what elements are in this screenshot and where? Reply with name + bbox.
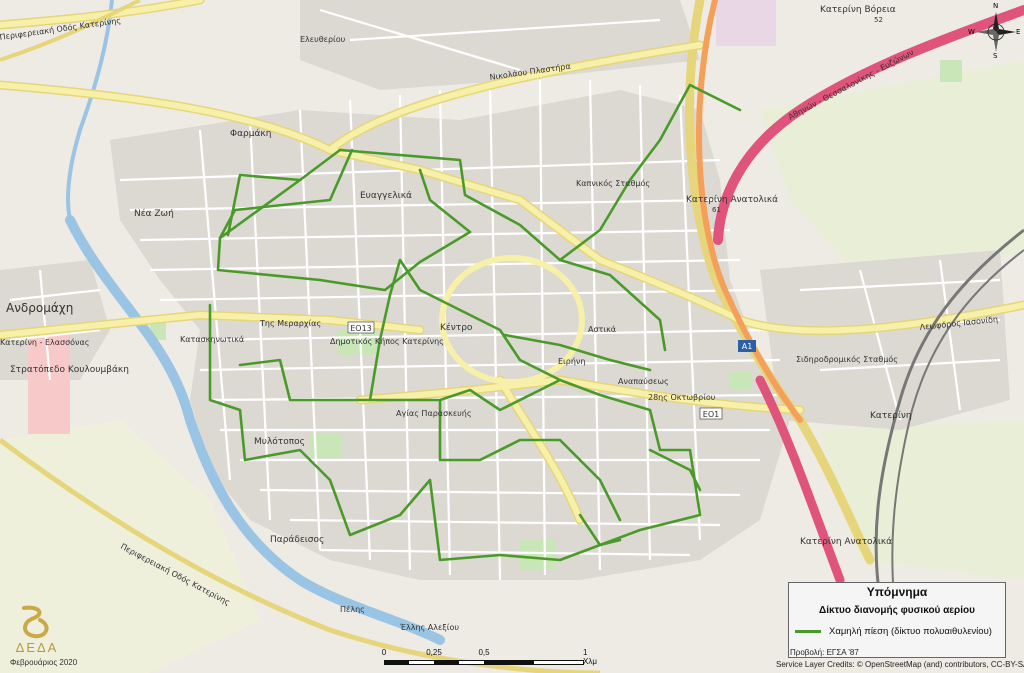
label-katerini: Κατερίνη <box>870 411 912 421</box>
scale-tick-025: 0,25 <box>426 648 442 657</box>
label-sidirodromikos: Σιδηροδρομικός Σταθμός <box>796 354 898 364</box>
legend-line-swatch <box>795 630 821 633</box>
label-pelis: Πέλης <box>340 604 365 614</box>
label-androutsou: Ανδρομάχη <box>6 301 73 315</box>
label-stratopedo: Στρατόπεδο Κουλουμβάκη <box>10 364 129 375</box>
label-evangelika: Ευαγγελικά <box>360 191 412 201</box>
legend-title: Υπόμνημα <box>866 585 928 599</box>
svg-text:ΕΟ1: ΕΟ1 <box>703 410 719 419</box>
legend: Υπόμνημα Δίκτυο διανομής φυσικού αερίου … <box>788 582 1006 658</box>
label-nea-zoi: Νέα Ζωή <box>134 208 174 219</box>
logo-date: Φεβρουάριος 2020 <box>10 658 78 667</box>
label-kentro: Κέντρο <box>440 322 473 333</box>
label-katerini-anatolika-num: 61 <box>712 206 721 214</box>
scale-bar-segment <box>434 660 459 665</box>
compass-w: W <box>968 28 975 36</box>
park <box>520 540 556 570</box>
label-katerini-voreia-num: 52 <box>874 16 883 24</box>
label-mylotopos: Μυλότοπος <box>254 436 305 447</box>
map-canvas[interactable]: ΕΟ13 ΕΟ1 Α1 Κέντρο Κατερίνη Ανδρομάχη Νέ… <box>0 0 1024 673</box>
label-merarxias: Της Μεραρχίας <box>259 319 321 328</box>
label-katerini-elassonas: Κατερίνη - Ελασσόνας <box>0 337 90 347</box>
route-shield-eo1: ΕΟ1 <box>699 407 723 420</box>
industrial-zone <box>716 0 776 46</box>
legend-subtitle: Δίκτυο διανομής φυσικού αερίου <box>819 605 975 616</box>
compass-s: S <box>993 52 998 60</box>
deda-logo: ΔΕΔΑ Φεβρουάριος 2020 <box>10 604 77 670</box>
park <box>730 372 752 390</box>
credits: Service Layer Credits: © OpenStreetMap (… <box>776 660 1024 669</box>
label-katerini-anatolika: Κατερίνη Ανατολικά <box>686 195 778 205</box>
compass-e: E <box>1016 28 1021 36</box>
compass-icon <box>976 12 1016 52</box>
park <box>940 60 962 82</box>
label-katerini-voreia: Κατερίνη Βόρεια <box>820 4 896 15</box>
logo-name: ΔΕΔΑ <box>15 640 59 655</box>
military-zone <box>28 334 70 434</box>
label-kataskinotika: Κατασκηνωτικά <box>180 335 244 344</box>
scale-bar-segment <box>484 660 534 665</box>
scale-bar-segment <box>384 660 409 665</box>
label-kapnikos: Καπνικός Σταθμός <box>576 178 650 188</box>
scale-bar: 0 0,25 0,5 1 Χλμ <box>380 646 610 672</box>
deda-logo-icon <box>22 605 49 639</box>
scale-tick-1: 1 Χλμ <box>583 648 597 666</box>
label-astika: Αστικά <box>588 325 616 334</box>
label-irini: Ειρήνη <box>558 357 585 366</box>
legend-item-label: Χαμηλή πίεση (δίκτυο πολυαιθυλενίου) <box>829 626 992 637</box>
scale-tick-0: 0 <box>381 648 387 657</box>
legend-item: Χαμηλή πίεση (δίκτυο πολυαιθυλενίου) <box>795 626 1005 637</box>
compass-n: N <box>993 2 999 10</box>
label-oktovriou: 28ης Οκτωβρίου <box>648 393 716 402</box>
projection-note: Προβολή: ΕΓΣΑ '87 <box>790 648 859 657</box>
svg-text:Α1: Α1 <box>742 342 753 351</box>
label-farmaki: Φαρμάκη <box>230 129 271 139</box>
label-anapausis: Αναπαύσεως <box>618 376 669 386</box>
route-shield-a1: Α1 <box>738 340 756 352</box>
label-katerini-anatolika-2: Κατερίνη Ανατολικά <box>800 537 892 547</box>
label-paradeisos: Παράδεισος <box>270 535 324 545</box>
label-ellis-alexandri: Έλλης Αλεξίου <box>399 623 459 632</box>
label-eleftheriou: Ελευθερίου <box>300 35 346 44</box>
scale-tick-05: 0,5 <box>478 648 490 657</box>
label-paraskevis: Αγίας Παρασκευής <box>396 409 472 418</box>
label-dimotiko-ktima: Δημοτικός Κήπος Κατερίνης <box>330 336 444 346</box>
svg-text:ΕΟ13: ΕΟ13 <box>350 324 372 333</box>
route-shield-eo13: ΕΟ13 <box>347 321 375 334</box>
compass-rose: N S W E <box>968 2 1021 60</box>
